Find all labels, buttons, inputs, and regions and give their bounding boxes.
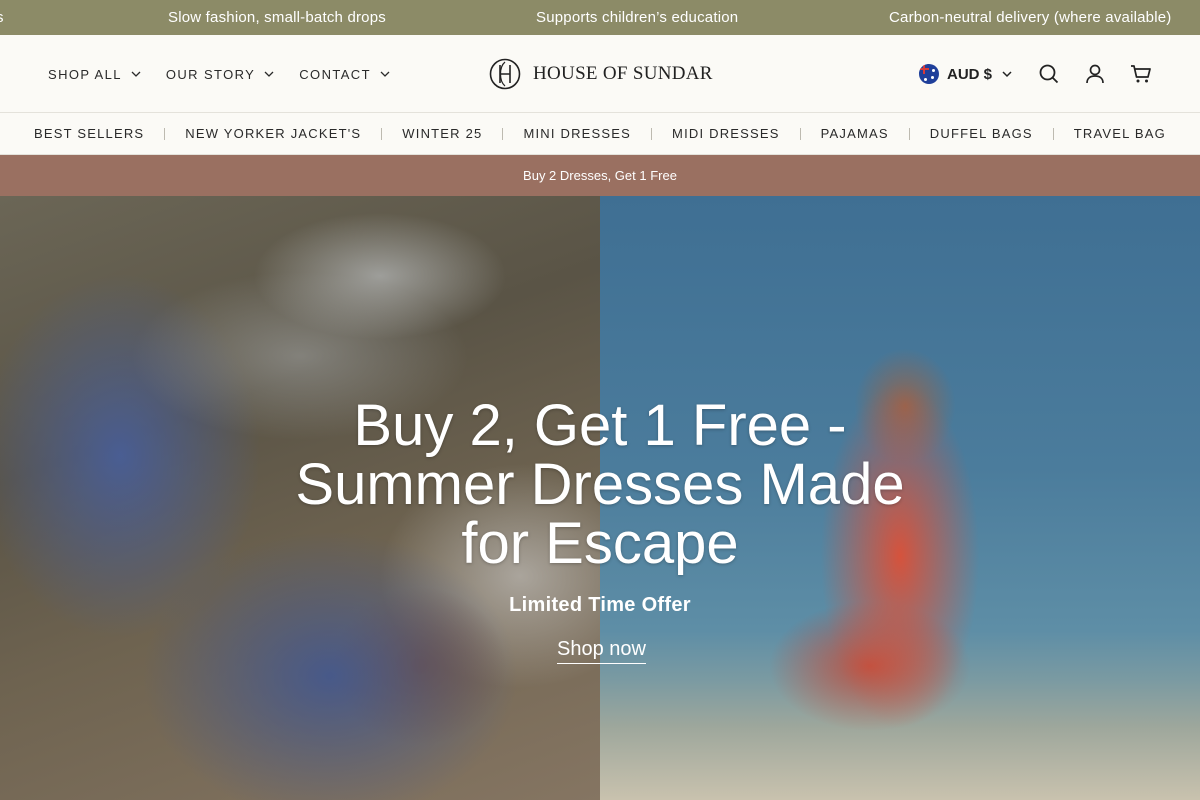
hero-subtitle: Limited Time Offer — [509, 594, 691, 616]
nav-shop-all[interactable]: SHOP ALL — [48, 67, 141, 82]
chevron-down-icon — [1002, 69, 1012, 79]
category-winter-25[interactable]: WINTER 25 — [402, 126, 482, 141]
australia-flag-icon — [918, 64, 939, 84]
category-best-sellers[interactable]: BEST SELLERS — [34, 126, 144, 141]
site-header: SHOP ALL OUR STORY CONTACT HOUSE OF SUND… — [0, 35, 1200, 113]
promo-text: Buy 2 Dresses, Get 1 Free — [523, 168, 677, 183]
announcement-item: Slow fashion, small-batch drops — [168, 9, 386, 26]
chevron-down-icon — [264, 69, 274, 79]
announcement-item: Supports children’s education — [536, 9, 739, 26]
currency-selector[interactable]: AUD $ — [918, 64, 1012, 84]
category-duffel-bags[interactable]: DUFFEL BAGS — [930, 126, 1033, 141]
hero-banner: Buy 2, Get 1 Free - Summer Dresses Made … — [0, 196, 1200, 800]
nav-divider — [381, 127, 383, 140]
header-tools: AUD $ — [918, 35, 1152, 113]
nav-label: SHOP ALL — [48, 66, 122, 82]
main-nav: SHOP ALL OUR STORY CONTACT — [48, 35, 415, 113]
nav-divider — [799, 127, 801, 140]
nav-divider — [908, 127, 910, 140]
nav-divider — [502, 127, 504, 140]
shop-now-link[interactable]: Shop now — [557, 638, 646, 664]
category-midi-dresses[interactable]: MIDI DRESSES — [672, 126, 780, 141]
logo-mark-icon — [489, 58, 521, 90]
announcement-item: Carbon-neutral delivery (where available… — [889, 9, 1172, 26]
hero-title: Buy 2, Get 1 Free - Summer Dresses Made … — [295, 393, 905, 576]
category-new-yorker-jackets[interactable]: NEW YORKER JACKET'S — [185, 126, 361, 141]
hero-content: Buy 2, Get 1 Free - Summer Dresses Made … — [0, 196, 1200, 800]
nav-divider — [164, 127, 166, 140]
nav-contact[interactable]: CONTACT — [299, 67, 390, 82]
account-icon[interactable] — [1084, 63, 1106, 85]
announcement-item: s — [0, 9, 4, 26]
nav-label: OUR STORY — [165, 66, 256, 82]
nav-label: CONTACT — [299, 66, 371, 82]
cart-icon[interactable] — [1130, 63, 1152, 85]
nav-divider — [1052, 127, 1054, 140]
announcement-bar: s Slow fashion, small-batch drops Suppor… — [0, 0, 1200, 35]
category-mini-dresses[interactable]: MINI DRESSES — [523, 126, 631, 141]
search-icon[interactable] — [1038, 63, 1060, 85]
nav-our-story[interactable]: OUR STORY — [166, 67, 274, 82]
category-pajamas[interactable]: PAJAMAS — [821, 126, 889, 141]
chevron-down-icon — [380, 69, 390, 79]
category-travel-bag[interactable]: TRAVEL BAG — [1074, 126, 1166, 141]
logo-text: HOUSE OF SUNDAR — [533, 63, 713, 84]
category-nav: BEST SELLERS NEW YORKER JACKET'S WINTER … — [0, 113, 1200, 155]
chevron-down-icon — [131, 69, 141, 79]
promo-bar: Buy 2 Dresses, Get 1 Free — [0, 155, 1200, 196]
currency-label: AUD $ — [946, 65, 992, 83]
nav-divider — [651, 127, 653, 140]
site-logo[interactable]: HOUSE OF SUNDAR — [489, 57, 713, 91]
